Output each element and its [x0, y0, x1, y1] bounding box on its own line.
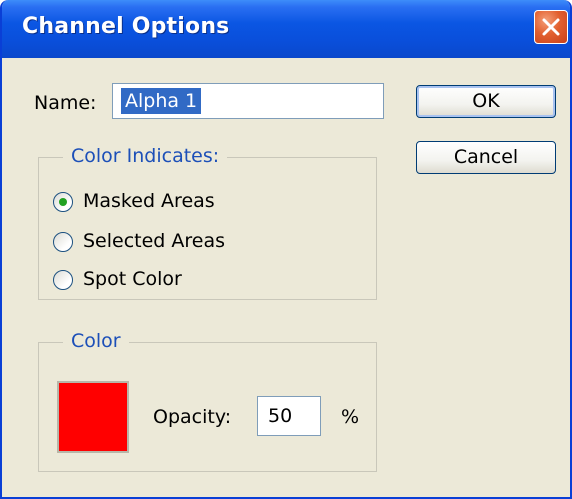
color-indicates-legend: Color Indicates: — [63, 145, 228, 167]
color-legend: Color — [63, 330, 129, 352]
name-input[interactable]: Alpha 1 — [112, 83, 384, 119]
radio-label-masked-areas[interactable]: Masked Areas — [83, 190, 215, 212]
title-bar[interactable]: Channel Options — [2, 0, 570, 58]
opacity-input[interactable]: 50 — [257, 396, 321, 436]
radio-label-spot-color[interactable]: Spot Color — [83, 268, 182, 290]
color-indicates-group: Color Indicates: Masked Areas Selected A… — [38, 145, 377, 300]
name-input-value: Alpha 1 — [121, 88, 202, 114]
dialog-body: Name: Alpha 1 OK Cancel Color Indicates:… — [2, 58, 570, 497]
opacity-unit: % — [341, 406, 360, 428]
radio-unselected-icon[interactable] — [53, 232, 73, 252]
radio-unselected-icon[interactable] — [53, 270, 73, 290]
ok-button[interactable]: OK — [416, 85, 556, 118]
color-group: Color Opacity: 50 % — [38, 330, 377, 472]
dialog-title: Channel Options — [22, 14, 230, 39]
radio-label-selected-areas[interactable]: Selected Areas — [83, 230, 225, 252]
opacity-label: Opacity: — [153, 406, 232, 428]
cancel-button[interactable]: Cancel — [416, 141, 556, 174]
channel-options-dialog: Channel Options Name: Alpha 1 OK Cancel … — [0, 0, 572, 499]
radio-selected-icon[interactable] — [53, 192, 73, 212]
color-swatch[interactable] — [57, 381, 129, 453]
close-icon — [542, 18, 560, 36]
name-label: Name: — [34, 92, 97, 114]
close-button[interactable] — [534, 10, 568, 44]
